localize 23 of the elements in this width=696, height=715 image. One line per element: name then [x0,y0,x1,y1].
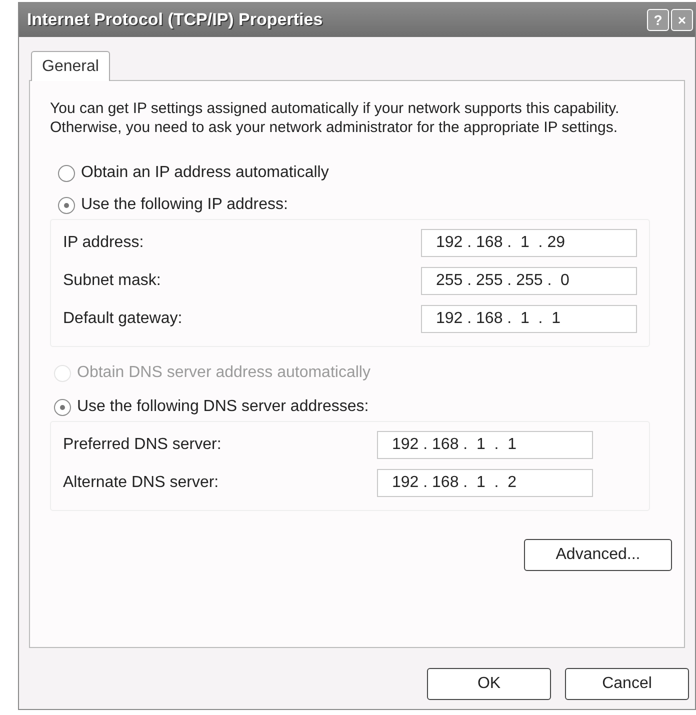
radio-label: Obtain DNS server address automatically [77,363,370,383]
ip-address-field[interactable]: 192 . 168 . 1 . 29 [421,229,637,257]
field-label: Alternate DNS server: [63,473,219,493]
radio-button[interactable] [54,398,71,416]
radio-label: Use the following IP address: [81,195,288,215]
ip-address-field[interactable]: 255 . 255 . 255 . 0 [421,267,637,295]
description-text: You can get IP settings assigned automatically if your network supports this capability. Otherwise, you need to ask your network administrator for the appropriate IP settings. [50,99,620,137]
ip-address-field[interactable]: 192 . 168 . 1 . 2 [377,469,593,497]
tab[interactable]: General [31,51,110,81]
radio-button[interactable] [58,164,75,182]
advanced-button[interactable]: Advanced... [524,539,672,571]
ip-address-field[interactable]: 192 . 168 . 1 . 1 [421,305,637,333]
field-label: Subnet mask: [63,271,161,291]
field-label: Preferred DNS server: [63,435,222,455]
radio-button[interactable] [58,196,75,214]
window-title: Internet Protocol (TCP/IP) Properties [27,9,323,32]
radio-label: Obtain an IP address automatically [81,163,329,183]
dialog-button[interactable]: Cancel [565,668,689,700]
dialog-button[interactable]: OK [427,668,551,700]
ip-address-field[interactable]: 192 . 168 . 1 . 1 [377,431,593,459]
field-label: Default gateway: [63,309,182,329]
radio-label: Use the following DNS server addresses: [77,397,369,417]
field-label: IP address: [63,233,144,253]
